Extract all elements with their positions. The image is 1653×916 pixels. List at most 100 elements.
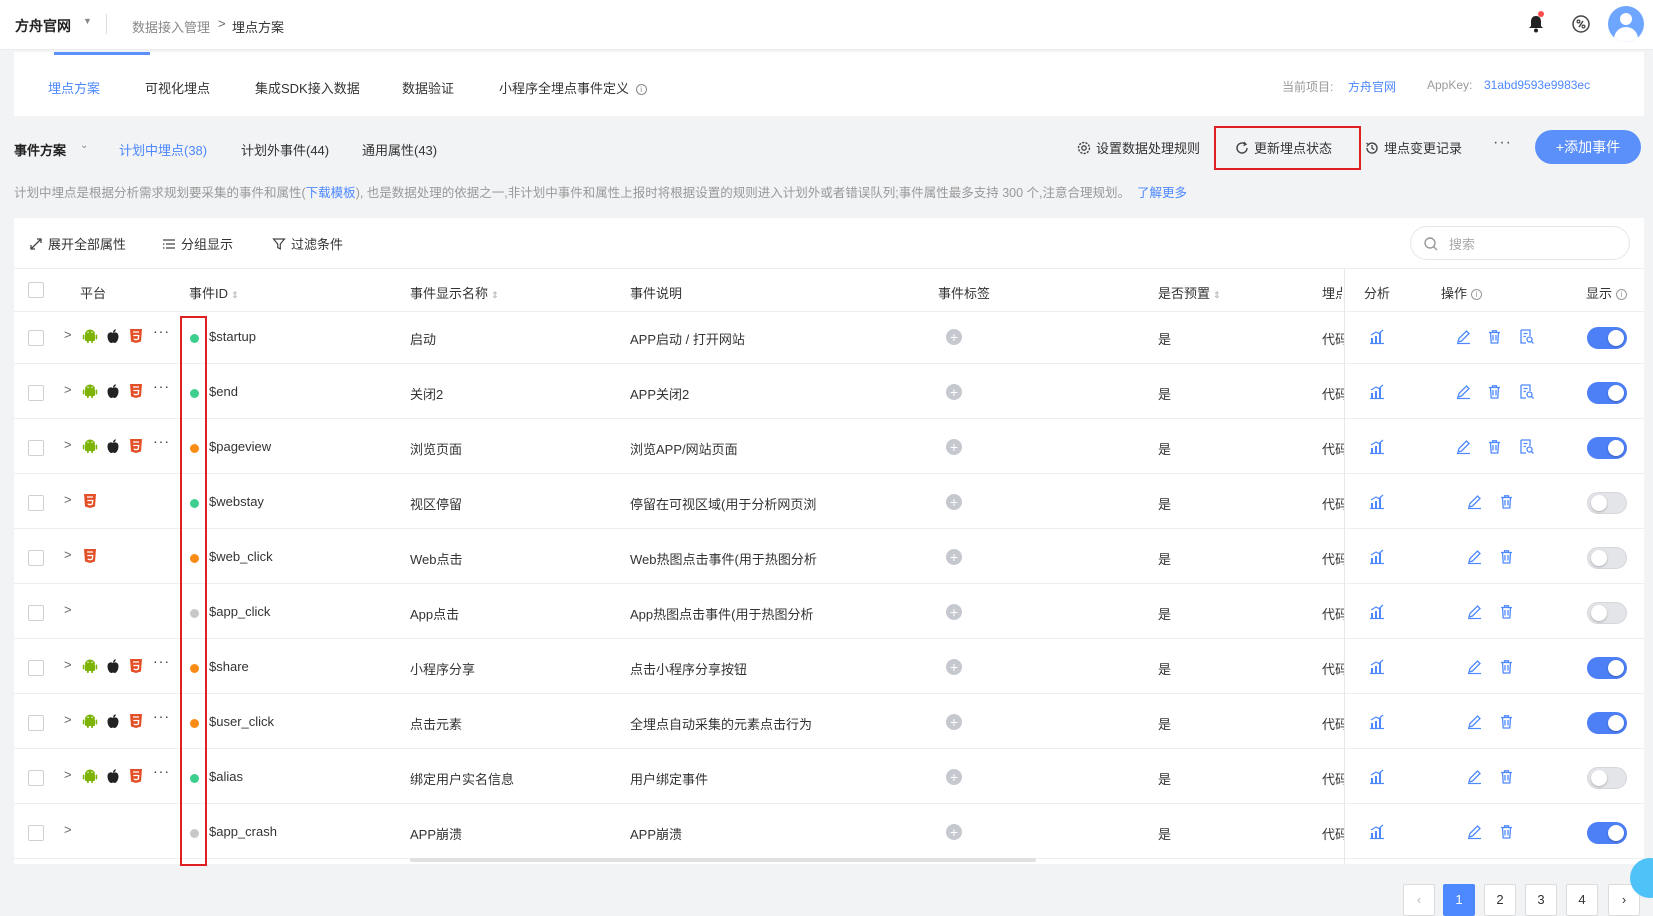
row-checkbox[interactable] — [28, 715, 44, 731]
delete-icon[interactable] — [1486, 438, 1503, 455]
edit-icon[interactable] — [1466, 658, 1483, 675]
page-button[interactable]: 2 — [1484, 884, 1516, 916]
table-row[interactable]: > $web_click Web点击 Web热图点击事件(用于热图分析 + 是 代码 — [14, 532, 1644, 584]
row-checkbox[interactable] — [28, 770, 44, 786]
analysis-chart-icon[interactable] — [1368, 823, 1385, 840]
row-checkbox[interactable] — [28, 330, 44, 346]
row-checkbox[interactable] — [28, 660, 44, 676]
analysis-chart-icon[interactable] — [1368, 383, 1385, 400]
appkey-value[interactable]: 31abd9593e9983ec — [1484, 78, 1590, 92]
table-row[interactable]: > ··· $share 小程序分享 点击小程序分享按钮 + 是 代码 — [14, 642, 1644, 694]
horizontal-scrollbar[interactable] — [410, 858, 1036, 862]
search-input[interactable] — [1449, 233, 1619, 255]
sort-icon[interactable]: ⇕ — [231, 290, 239, 300]
prev-page-button[interactable]: ‹ — [1403, 884, 1435, 916]
row-checkbox[interactable] — [28, 825, 44, 841]
column-preset[interactable]: 是否预置 ⇕ — [1158, 283, 1221, 302]
row-checkbox[interactable] — [28, 550, 44, 566]
table-row[interactable]: > $app_click App点击 App热图点击事件(用于热图分析 + 是 代码 — [14, 587, 1644, 639]
column-display-name[interactable]: 事件显示名称 ⇕ — [410, 283, 499, 302]
edit-icon[interactable] — [1466, 768, 1483, 785]
analysis-chart-icon[interactable] — [1368, 713, 1385, 730]
avatar[interactable] — [1608, 6, 1644, 42]
add-tag-icon[interactable]: + — [946, 659, 962, 675]
table-row[interactable]: > ··· $pageview 浏览页面 浏览APP/网站页面 + 是 代码 — [14, 422, 1644, 474]
visibility-toggle[interactable] — [1587, 437, 1627, 459]
page-button[interactable]: 4 — [1566, 884, 1598, 916]
add-tag-icon[interactable]: + — [946, 439, 962, 455]
filter-button[interactable]: 过滤条件 — [272, 234, 343, 253]
delete-icon[interactable] — [1498, 658, 1515, 675]
table-row[interactable]: > $webstay 视区停留 停留在可视区域(用于分析网页浏 + 是 代码 — [14, 477, 1644, 529]
more-platforms-icon[interactable]: ··· — [153, 653, 170, 669]
edit-icon[interactable] — [1466, 548, 1483, 565]
bell-icon[interactable] — [1525, 13, 1547, 35]
analysis-chart-icon[interactable] — [1368, 548, 1385, 565]
visibility-toggle[interactable] — [1587, 657, 1627, 679]
table-row[interactable]: > $app_crash APP崩溃 APP崩溃 + 是 代码 — [14, 807, 1644, 859]
visibility-toggle[interactable] — [1587, 602, 1627, 624]
expand-row-icon[interactable]: > — [64, 767, 72, 782]
more-platforms-icon[interactable]: ··· — [153, 378, 170, 394]
analysis-chart-icon[interactable] — [1368, 658, 1385, 675]
expand-all-button[interactable]: 展开全部属性 — [29, 234, 126, 253]
add-tag-icon[interactable]: + — [946, 824, 962, 840]
detail-icon[interactable] — [1518, 383, 1535, 400]
expand-row-icon[interactable]: > — [64, 822, 72, 837]
detail-icon[interactable] — [1518, 438, 1535, 455]
row-checkbox[interactable] — [28, 495, 44, 511]
visibility-toggle[interactable] — [1587, 712, 1627, 734]
page-button[interactable]: 3 — [1525, 884, 1557, 916]
project-value[interactable]: 方舟官网 — [1348, 78, 1396, 95]
visibility-toggle[interactable] — [1587, 492, 1627, 514]
add-tag-icon[interactable]: + — [946, 714, 962, 730]
more-platforms-icon[interactable]: ··· — [153, 708, 170, 724]
learn-more-link[interactable]: 了解更多 — [1137, 186, 1187, 200]
row-checkbox[interactable] — [28, 605, 44, 621]
column-event-id[interactable]: 事件ID ⇕ — [189, 283, 239, 302]
edit-icon[interactable] — [1455, 383, 1472, 400]
tab-data-validation[interactable]: 数据验证 — [402, 78, 454, 97]
change-log-button[interactable]: 埋点变更记录 — [1364, 138, 1462, 157]
expand-row-icon[interactable]: > — [64, 602, 72, 617]
visibility-toggle[interactable] — [1587, 327, 1627, 349]
more-platforms-icon[interactable]: ··· — [153, 433, 170, 449]
expand-row-icon[interactable]: > — [64, 547, 72, 562]
analysis-chart-icon[interactable] — [1368, 328, 1385, 345]
edit-icon[interactable] — [1466, 493, 1483, 510]
add-tag-icon[interactable]: + — [946, 604, 962, 620]
chevron-down-icon[interactable]: ⌄ — [80, 140, 88, 151]
tab-tracking-plan[interactable]: 埋点方案 — [48, 78, 100, 97]
row-checkbox[interactable] — [28, 440, 44, 456]
tab-common-properties[interactable]: 通用属性(43) — [362, 140, 437, 159]
add-event-button[interactable]: +添加事件 — [1535, 130, 1641, 164]
visibility-toggle[interactable] — [1587, 822, 1627, 844]
delete-icon[interactable] — [1498, 823, 1515, 840]
analysis-chart-icon[interactable] — [1368, 768, 1385, 785]
help-icon[interactable] — [1570, 13, 1592, 35]
edit-icon[interactable] — [1466, 823, 1483, 840]
expand-row-icon[interactable]: > — [64, 492, 72, 507]
edit-icon[interactable] — [1466, 603, 1483, 620]
expand-row-icon[interactable]: > — [64, 437, 72, 452]
sort-icon[interactable]: ⇕ — [1213, 290, 1221, 300]
select-all-checkbox[interactable] — [28, 282, 44, 298]
expand-row-icon[interactable]: > — [64, 327, 72, 342]
analysis-chart-icon[interactable] — [1368, 493, 1385, 510]
edit-icon[interactable] — [1455, 328, 1472, 345]
delete-icon[interactable] — [1498, 768, 1515, 785]
tab-planned-events[interactable]: 计划中埋点(38) — [119, 140, 207, 159]
expand-row-icon[interactable]: > — [64, 657, 72, 672]
analysis-chart-icon[interactable] — [1368, 438, 1385, 455]
tab-miniprogram-events[interactable]: 小程序全埋点事件定义 i — [499, 78, 647, 97]
expand-row-icon[interactable]: > — [64, 382, 72, 397]
page-button[interactable]: 1 — [1443, 884, 1475, 916]
add-tag-icon[interactable]: + — [946, 769, 962, 785]
scheme-selector[interactable]: 事件方案 — [14, 140, 66, 159]
analysis-chart-icon[interactable] — [1368, 603, 1385, 620]
group-display-button[interactable]: 分组显示 — [162, 234, 233, 253]
delete-icon[interactable] — [1498, 548, 1515, 565]
table-row[interactable]: > ··· $end 关闭2 APP关闭2 + 是 代码 — [14, 367, 1644, 419]
visibility-toggle[interactable] — [1587, 547, 1627, 569]
add-tag-icon[interactable]: + — [946, 329, 962, 345]
